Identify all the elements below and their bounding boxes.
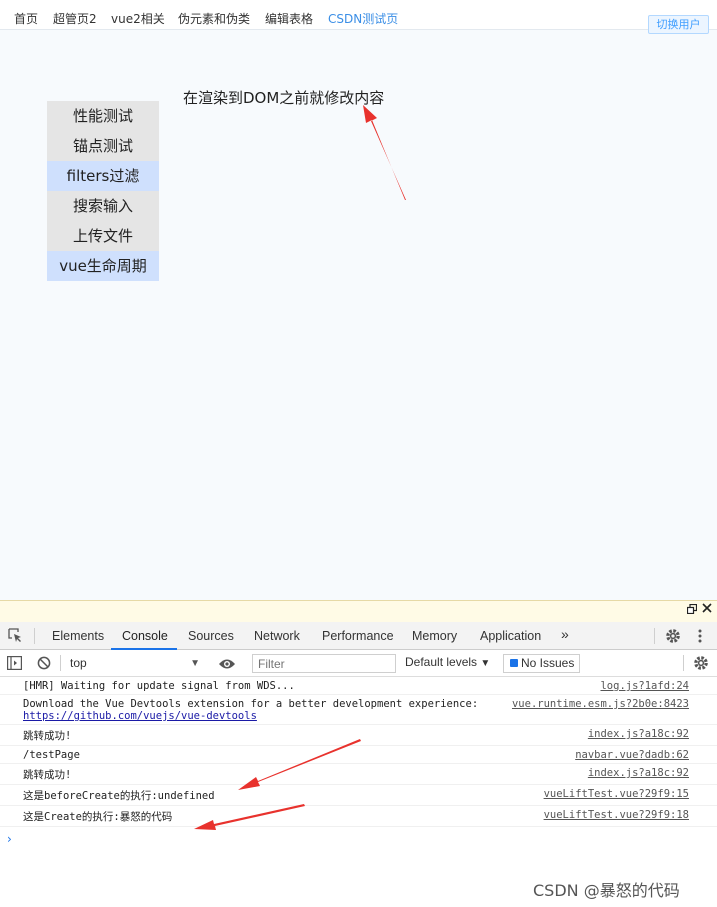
chevron-down-icon: ▼: [190, 658, 200, 669]
nav-item-admin2[interactable]: 超管页2: [53, 10, 97, 27]
levels-chevron-down-icon: ▼: [480, 658, 491, 669]
console-toolbar: top ▼ Default levels ▼ No Issues: [0, 650, 717, 677]
console-message-source[interactable]: vue.runtime.esm.js?2b0e:8423: [512, 698, 689, 710]
tab-performance[interactable]: Performance: [322, 629, 394, 643]
devtools-panel: Elements Console Sources Network Perform…: [0, 600, 717, 907]
side-menu-item-filters[interactable]: filters过滤: [47, 161, 159, 191]
context-select[interactable]: top ▼: [62, 654, 202, 673]
side-menu-item-performance[interactable]: 性能测试: [47, 101, 159, 131]
close-icon[interactable]: [702, 602, 712, 617]
devtools-drawer-bar: [0, 600, 717, 622]
tab-console[interactable]: Console: [122, 629, 168, 643]
nav-item-pseudo[interactable]: 伪元素和伪类: [178, 10, 250, 27]
sidebar-toggle-icon[interactable]: [7, 656, 23, 675]
default-levels-label: Default levels: [405, 655, 478, 669]
side-menu-item-anchor[interactable]: 锚点测试: [47, 131, 159, 161]
tab-application[interactable]: Application: [480, 629, 541, 643]
tab-network[interactable]: Network: [254, 629, 300, 643]
more-tabs-button[interactable]: »: [561, 626, 569, 642]
console-message-source[interactable]: index.js?a18c:92: [588, 728, 689, 740]
console-settings-gear-icon[interactable]: [693, 655, 709, 676]
console-message-source[interactable]: index.js?a18c:92: [588, 767, 689, 779]
issues-label: No Issues: [521, 656, 575, 670]
console-message: /testPage navbar.vue?dadb:62: [0, 746, 717, 764]
page-headline: 在渲染到DOM之前就修改内容: [183, 89, 385, 107]
console-message-text: [HMR] Waiting for update signal from WDS…: [23, 680, 295, 692]
console-message: 这是Create的执行:暴怒的代码 vueLiftTest.vue?29f9:1…: [0, 806, 717, 827]
console-prompt-icon[interactable]: ›: [7, 832, 12, 846]
issues-icon: [510, 659, 518, 667]
nav-item-vue2[interactable]: vue2相关: [111, 10, 165, 27]
console-message: 跳转成功! index.js?a18c:92: [0, 764, 717, 785]
console-output: [HMR] Waiting for update signal from WDS…: [0, 677, 717, 827]
console-message-link[interactable]: https://github.com/vuejs/vue-devtools: [23, 710, 689, 722]
devtools-tab-bar: Elements Console Sources Network Perform…: [0, 622, 717, 650]
side-menu-item-lifecycle[interactable]: vue生命周期: [47, 251, 159, 281]
eye-icon[interactable]: [218, 657, 236, 675]
nav-item-csdn-test[interactable]: CSDN测试页: [328, 10, 398, 27]
more-options-icon[interactable]: [698, 629, 702, 648]
side-menu-item-upload[interactable]: 上传文件: [47, 221, 159, 251]
console-message-source[interactable]: log.js?1afd:24: [600, 680, 689, 692]
console-message-source[interactable]: vueLiftTest.vue?29f9:18: [544, 809, 689, 821]
switch-user-button[interactable]: 切换用户: [648, 15, 709, 34]
default-levels-dropdown[interactable]: Default levels ▼: [405, 655, 490, 669]
side-menu-item-search[interactable]: 搜索输入: [47, 191, 159, 221]
filter-input[interactable]: [252, 654, 396, 673]
console-message: 跳转成功! index.js?a18c:92: [0, 725, 717, 746]
console-message: Download the Vue Devtools extension for …: [0, 695, 717, 725]
console-message-source[interactable]: navbar.vue?dadb:62: [575, 749, 689, 761]
inspect-element-icon[interactable]: [8, 628, 23, 648]
gear-icon[interactable]: [665, 628, 681, 649]
side-menu: 性能测试 锚点测试 filters过滤 搜索输入 上传文件 vue生命周期: [47, 101, 159, 281]
console-message-source[interactable]: vueLiftTest.vue?29f9:15: [544, 788, 689, 800]
undock-icon[interactable]: [686, 603, 698, 618]
console-message: [HMR] Waiting for update signal from WDS…: [0, 677, 717, 695]
nav-item-edit-table[interactable]: 编辑表格: [265, 10, 313, 27]
console-message: 这是beforeCreate的执行:undefined vueLiftTest.…: [0, 785, 717, 806]
watermark: CSDN @暴怒的代码: [533, 881, 680, 900]
tab-memory[interactable]: Memory: [412, 629, 457, 643]
tab-elements[interactable]: Elements: [52, 629, 104, 643]
arrow-headline: [363, 105, 406, 200]
context-select-value: top: [70, 656, 87, 670]
tab-sources[interactable]: Sources: [188, 629, 234, 643]
clear-console-icon[interactable]: [37, 656, 51, 675]
nav-item-home[interactable]: 首页: [14, 10, 38, 27]
issues-button[interactable]: No Issues: [503, 654, 580, 673]
page: 首页 超管页2 vue2相关 伪元素和伪类 编辑表格 CSDN测试页 切换用户 …: [0, 0, 717, 907]
top-nav: 首页 超管页2 vue2相关 伪元素和伪类 编辑表格 CSDN测试页: [0, 0, 717, 30]
